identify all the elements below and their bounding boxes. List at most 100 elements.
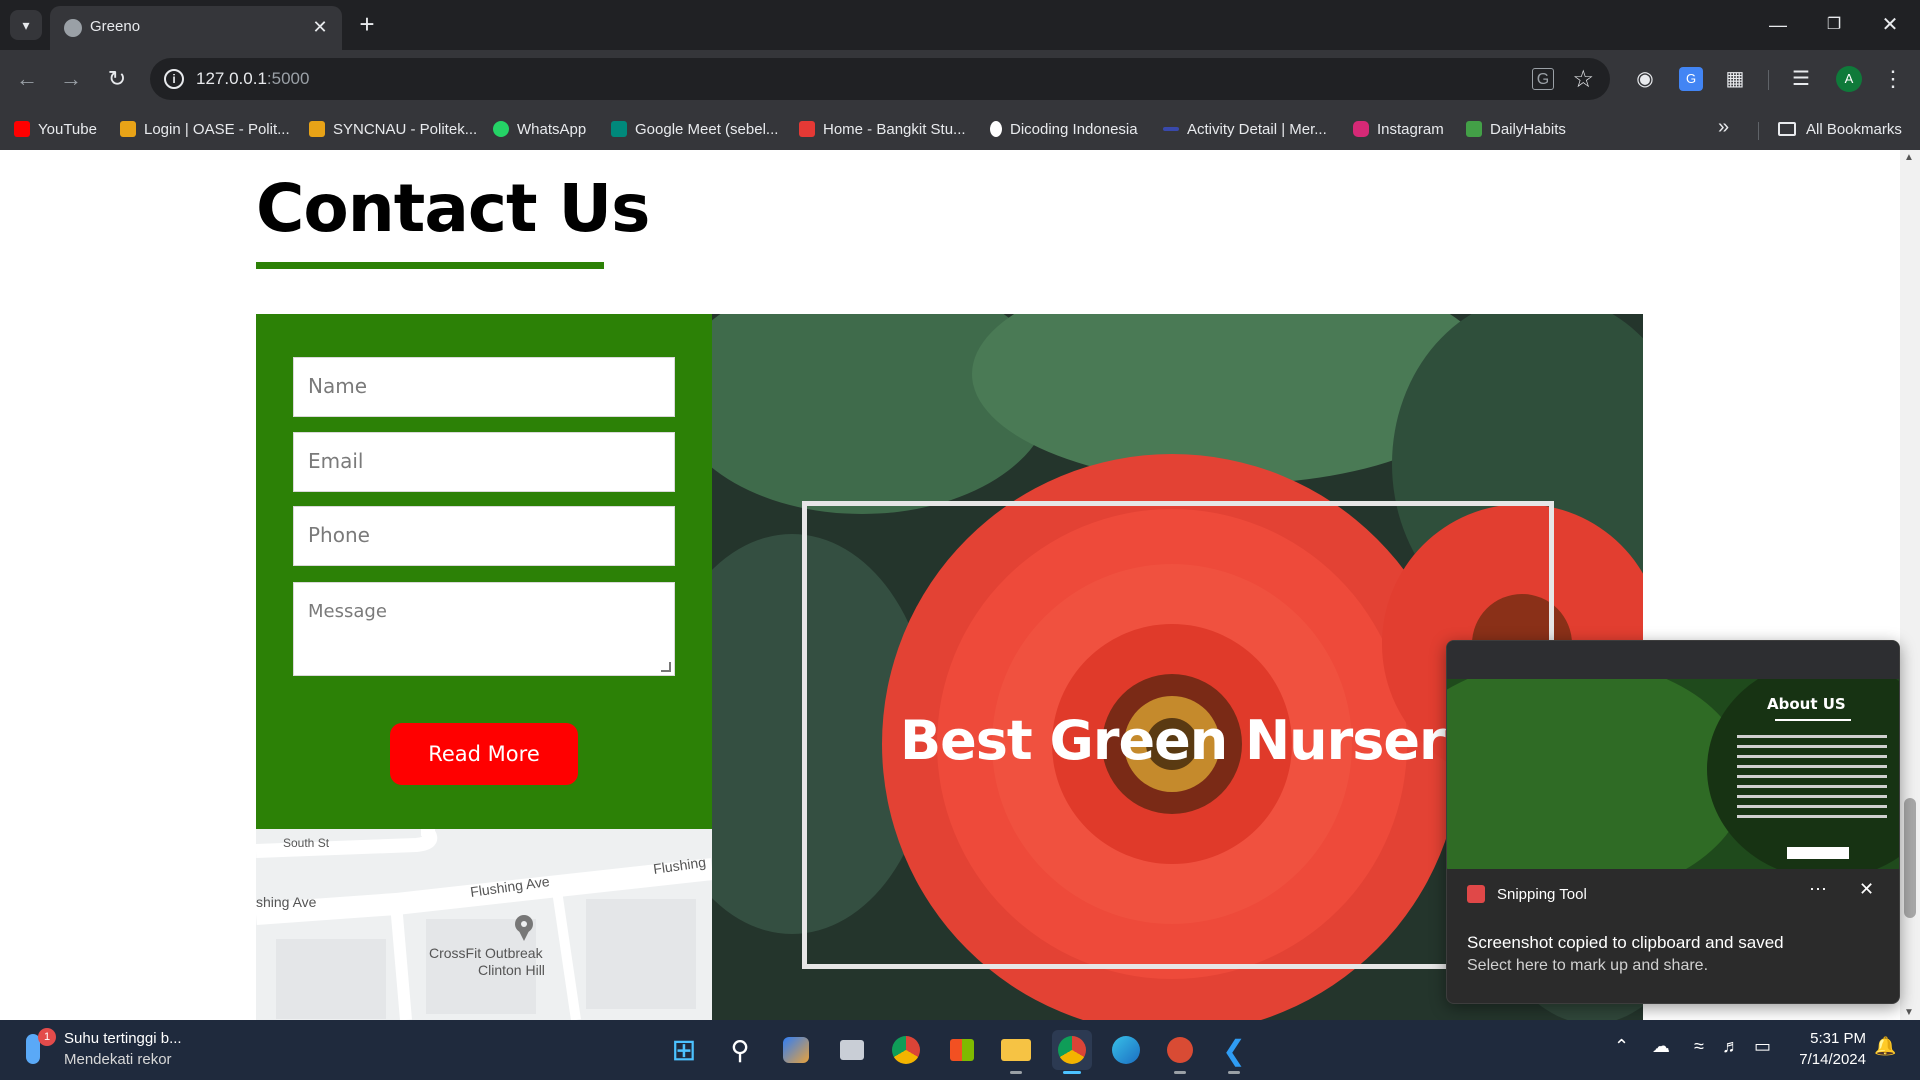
google-meet-icon [611,121,627,137]
bookmark-activity-detail[interactable]: Activity Detail | Mer... [1163,116,1327,142]
fruit-app-icon[interactable] [1160,1030,1200,1074]
notification-bell-icon[interactable]: 🔔 [1874,1036,1896,1057]
browser-tab-greeno[interactable]: Greeno ✕ [50,6,342,50]
reload-icon[interactable]: ↻ [102,64,132,94]
copilot-icon[interactable] [776,1030,816,1070]
extension-owl-icon[interactable]: ◉ [1630,64,1660,94]
close-window-button[interactable]: ✕ [1870,10,1910,40]
minimize-window-button[interactable]: — [1758,10,1798,40]
map-label-clinton-hill: Clinton Hill [478,962,545,978]
extensions-puzzle-icon[interactable]: ▦ [1720,64,1750,94]
wifi-icon[interactable]: ≈ [1694,1036,1704,1057]
whatsapp-icon [493,121,509,137]
bookmark-syncnau[interactable]: SYNCNAU - Politek... [309,116,477,142]
back-arrow-icon[interactable]: ← [12,64,42,94]
map-label-shing-ave: shing Ave [256,894,317,910]
name-input[interactable]: Name [293,357,675,417]
running-indicator [1228,1071,1240,1074]
bookmark-label: Instagram [1377,120,1444,138]
email-input[interactable]: Email [293,432,675,492]
instagram-icon [1353,121,1369,137]
more-bookmarks-chevron-icon[interactable]: » [1718,116,1729,139]
profile-avatar[interactable]: A [1836,66,1862,92]
bookmark-bangkit[interactable]: Home - Bangkit Stu... [799,116,966,142]
google-translate-extension-icon[interactable]: G [1679,67,1703,91]
windows-taskbar: 1 Suhu tertinggi b... Mendekati rekor ⊞ … [0,1020,1920,1080]
map-label-south-st: South St [283,836,330,850]
dicoding-icon [990,121,1002,137]
title-underline [256,262,604,269]
tab-search-dropdown-button[interactable]: ▾ [10,10,42,40]
new-tab-button[interactable]: + [352,10,382,40]
bookmark-label: YouTube [38,120,97,138]
close-tab-icon[interactable]: ✕ [308,15,332,39]
scroll-down-arrow-icon[interactable]: ▼ [1904,1007,1914,1018]
clock-date[interactable]: 7/14/2024 [1790,1051,1866,1068]
scrollbar-thumb[interactable] [1904,798,1916,918]
bangkit-icon [799,121,815,137]
hero-title: Best Green Nursery [900,709,1480,772]
dailyhabits-icon [1466,121,1482,137]
notification-app-name: Snipping Tool [1497,886,1587,903]
contact-form: Name Email Phone Message Read More [256,314,712,829]
message-textarea[interactable]: Message [293,582,675,676]
translate-icon[interactable]: G [1532,68,1554,90]
bookmark-dicoding[interactable]: Dicoding Indonesia [990,116,1138,142]
forward-arrow-icon[interactable]: → [56,64,86,94]
site-info-icon[interactable]: i [164,69,184,89]
address-bar[interactable]: i 127.0.0.1:5000 G ☆ [150,58,1610,100]
globe-icon [64,19,82,37]
media-control-icon[interactable]: ☰ [1786,64,1816,94]
browser-menu-icon[interactable]: ⋮ [1878,64,1908,94]
windows-start-icon[interactable]: ⊞ [664,1030,704,1070]
notification-close-icon[interactable]: ✕ [1859,879,1874,900]
page-scrollbar[interactable]: ▲ ▼ [1900,150,1920,1020]
read-more-button[interactable]: Read More [390,723,578,785]
notification-more-options-icon[interactable]: ⋯ [1809,879,1827,900]
all-bookmarks-label: All Bookmarks [1806,120,1902,138]
chrome-app-icon[interactable] [886,1030,926,1070]
all-bookmarks-button[interactable]: All Bookmarks [1778,116,1902,142]
bookmarks-bar: YouTube Login | OASE - Polit... SYNCNAU … [0,108,1920,150]
chrome-active-window-icon[interactable] [1052,1030,1092,1074]
active-indicator [1063,1071,1081,1074]
message-placeholder: Message [308,601,387,622]
volume-icon[interactable]: ♬ [1722,1036,1740,1057]
task-view-icon[interactable] [832,1030,872,1070]
map-graphic: South St Flushing Ave Flushing shing Ave… [256,829,712,1020]
battery-icon[interactable]: ▭ [1754,1036,1771,1057]
resize-handle-icon[interactable] [661,662,671,672]
restore-window-button[interactable]: ❐ [1814,10,1854,40]
clock-time[interactable]: 5:31 PM [1800,1030,1866,1047]
bookmark-instagram[interactable]: Instagram [1353,116,1444,142]
bookmark-whatsapp[interactable]: WhatsApp [493,116,586,142]
snipping-tool-icon [1467,885,1485,903]
scroll-up-arrow-icon[interactable]: ▲ [1904,152,1914,163]
show-hidden-icons-chevron-icon[interactable]: ⌃ [1614,1036,1629,1057]
notification-body: Select here to mark up and share. [1467,957,1709,974]
bookmark-youtube[interactable]: YouTube [14,116,97,142]
bookmark-label: Login | OASE - Polit... [144,120,290,138]
bookmark-label: Google Meet (sebel... [635,120,779,138]
bookmark-google-meet[interactable]: Google Meet (sebel... [611,116,778,142]
weather-subline: Mendekati rekor [64,1051,172,1068]
activity-icon [1163,127,1179,131]
snipping-tool-notification[interactable]: About US Snipping Tool ⋯ ✕ Screenshot co… [1446,640,1900,1004]
url-text[interactable]: 127.0.0.1:5000 [196,69,309,89]
bookmark-oase[interactable]: Login | OASE - Polit... [120,116,290,142]
microsoft-store-icon[interactable] [942,1030,982,1070]
bookmark-label: Dicoding Indonesia [1010,120,1138,138]
onedrive-cloud-icon[interactable]: ☁ [1652,1036,1670,1057]
running-indicator [1174,1071,1186,1074]
phone-input[interactable]: Phone [293,506,675,566]
edge-icon[interactable] [1106,1030,1146,1070]
vscode-icon[interactable]: ❮ [1214,1030,1254,1074]
screenshot-thumbnail[interactable]: About US [1447,641,1899,869]
bookmark-star-icon[interactable]: ☆ [1572,65,1594,94]
search-icon[interactable]: ⚲ [720,1030,760,1070]
embedded-map[interactable]: South St Flushing Ave Flushing shing Ave… [256,829,712,1020]
bookmark-dailyhabits[interactable]: DailyHabits [1466,116,1566,142]
notification-title: Screenshot copied to clipboard and saved [1467,933,1784,952]
map-label-crossfit: CrossFit Outbreak [429,945,544,961]
file-explorer-icon[interactable] [996,1030,1036,1074]
